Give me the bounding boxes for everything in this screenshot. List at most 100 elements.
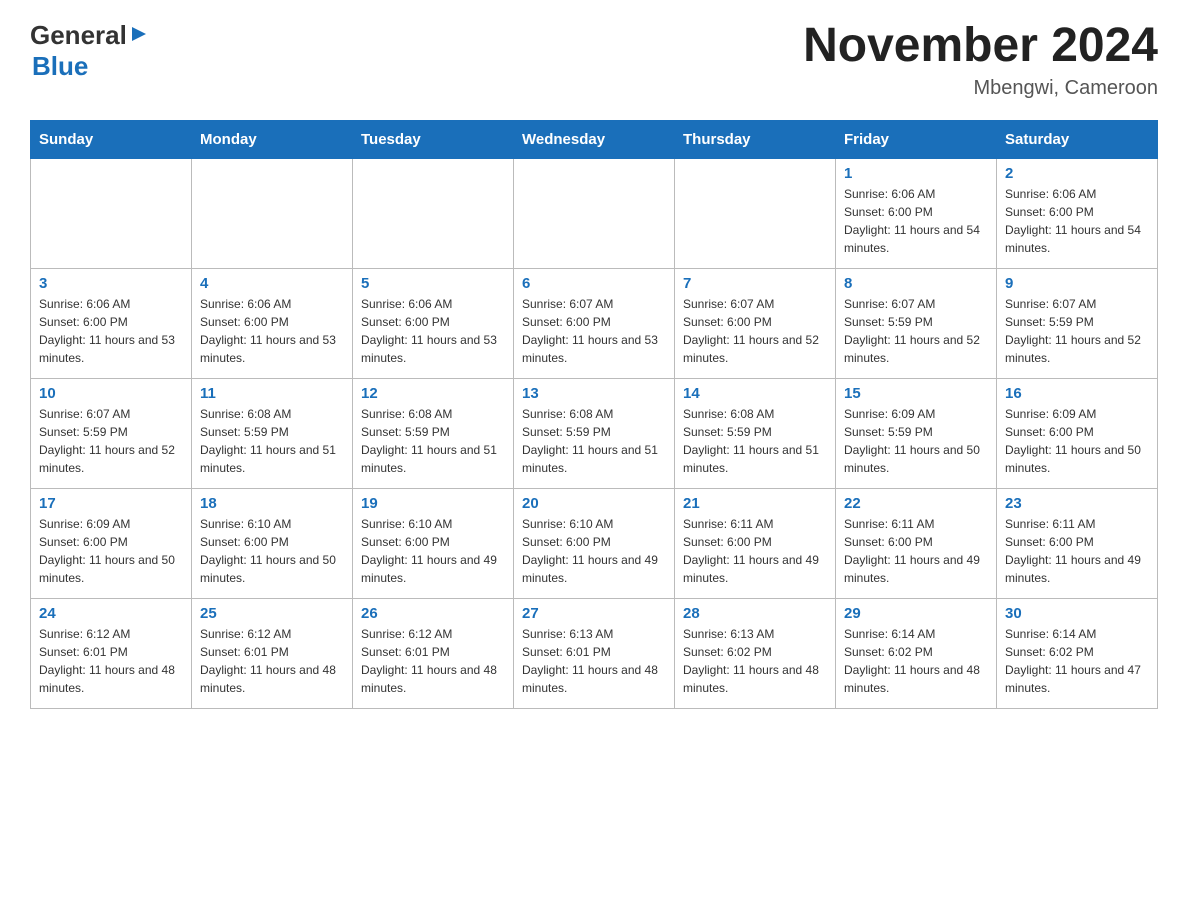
day-info: Sunrise: 6:13 AMSunset: 6:01 PMDaylight:… (522, 625, 666, 697)
calendar-cell: 15 Sunrise: 6:09 AMSunset: 5:59 PMDayligh… (836, 378, 997, 488)
day-number: 6 (522, 275, 666, 292)
day-number: 23 (1005, 495, 1149, 512)
calendar-cell (31, 158, 192, 268)
calendar-cell: 30Sunrise: 6:14 AMSunset: 6:02 PMDayligh… (997, 598, 1158, 708)
calendar-cell: 6 Sunrise: 6:07 AMSunset: 6:00 PMDaylight… (514, 268, 675, 378)
logo: General Blue (30, 20, 148, 82)
day-number: 9 (1005, 275, 1149, 292)
logo-blue-text: Blue (32, 51, 88, 81)
page-header: General Blue November 2024 Mbengwi, Came… (30, 20, 1158, 100)
calendar-cell: 22 Sunrise: 6:11 AMSunset: 6:00 PMDayligh… (836, 488, 997, 598)
day-number: 19 (361, 495, 505, 512)
day-info: Sunrise: 6:13 AMSunset: 6:02 PMDaylight:… (683, 625, 827, 697)
calendar-cell: 29Sunrise: 6:14 AMSunset: 6:02 PMDayligh… (836, 598, 997, 708)
calendar-cell: 17Sunrise: 6:09 AMSunset: 6:00 PMDayligh… (31, 488, 192, 598)
calendar-cell: 23 Sunrise: 6:11 AMSunset: 6:00 PMDayligh… (997, 488, 1158, 598)
calendar-cell: 11 Sunrise: 6:08 AMSunset: 5:59 PMDayligh… (192, 378, 353, 488)
calendar-cell: 21 Sunrise: 6:11 AMSunset: 6:00 PMDayligh… (675, 488, 836, 598)
day-number: 27 (522, 605, 666, 622)
calendar-header-monday: Monday (192, 120, 353, 158)
day-info: Sunrise: 6:08 AMSunset: 5:59 PMDaylight:… (361, 405, 505, 477)
calendar-cell (675, 158, 836, 268)
day-info: Sunrise: 6:09 AMSunset: 6:00 PMDaylight:… (1005, 405, 1149, 477)
title-block: November 2024 Mbengwi, Cameroon (803, 20, 1158, 100)
day-info: Sunrise: 6:11 AMSunset: 6:00 PMDaylight:… (844, 515, 988, 587)
calendar-cell (192, 158, 353, 268)
day-number: 7 (683, 275, 827, 292)
location-text: Mbengwi, Cameroon (803, 77, 1158, 100)
day-number: 10 (39, 385, 183, 402)
day-number: 21 (683, 495, 827, 512)
day-info: Sunrise: 6:10 AMSunset: 6:00 PMDaylight:… (522, 515, 666, 587)
calendar-cell: 7Sunrise: 6:07 AMSunset: 6:00 PMDaylight… (675, 268, 836, 378)
calendar-week-row: 3Sunrise: 6:06 AMSunset: 6:00 PMDaylight… (31, 268, 1158, 378)
calendar-cell: 12 Sunrise: 6:08 AMSunset: 5:59 PMDayligh… (353, 378, 514, 488)
calendar-cell: 26 Sunrise: 6:12 AMSunset: 6:01 PMDayligh… (353, 598, 514, 708)
calendar-header-saturday: Saturday (997, 120, 1158, 158)
calendar-week-row: 17Sunrise: 6:09 AMSunset: 6:00 PMDayligh… (31, 488, 1158, 598)
calendar-header-row: SundayMondayTuesdayWednesdayThursdayFrid… (31, 120, 1158, 158)
calendar-header-tuesday: Tuesday (353, 120, 514, 158)
logo-general-text: General (30, 20, 127, 51)
calendar-cell: 10 Sunrise: 6:07 AMSunset: 5:59 PMDayligh… (31, 378, 192, 488)
calendar-cell: 20 Sunrise: 6:10 AMSunset: 6:00 PMDayligh… (514, 488, 675, 598)
day-number: 5 (361, 275, 505, 292)
day-info: Sunrise: 6:12 AMSunset: 6:01 PMDaylight:… (361, 625, 505, 697)
day-info: Sunrise: 6:06 AMSunset: 6:00 PMDaylight:… (844, 185, 988, 257)
day-number: 24 (39, 605, 183, 622)
calendar-cell: 3Sunrise: 6:06 AMSunset: 6:00 PMDaylight… (31, 268, 192, 378)
day-info: Sunrise: 6:11 AMSunset: 6:00 PMDaylight:… (683, 515, 827, 587)
day-info: Sunrise: 6:06 AMSunset: 6:00 PMDaylight:… (361, 295, 505, 367)
calendar-week-row: 10 Sunrise: 6:07 AMSunset: 5:59 PMDayligh… (31, 378, 1158, 488)
day-number: 14 (683, 385, 827, 402)
day-info: Sunrise: 6:08 AMSunset: 5:59 PMDaylight:… (200, 405, 344, 477)
calendar-week-row: 1 Sunrise: 6:06 AMSunset: 6:00 PMDaylight… (31, 158, 1158, 268)
day-number: 22 (844, 495, 988, 512)
calendar-cell (353, 158, 514, 268)
day-info: Sunrise: 6:08 AMSunset: 5:59 PMDaylight:… (522, 405, 666, 477)
day-info: Sunrise: 6:07 AMSunset: 5:59 PMDaylight:… (844, 295, 988, 367)
day-number: 15 (844, 385, 988, 402)
day-number: 28 (683, 605, 827, 622)
day-info: Sunrise: 6:06 AMSunset: 6:00 PMDaylight:… (1005, 185, 1149, 257)
calendar-cell: 1 Sunrise: 6:06 AMSunset: 6:00 PMDaylight… (836, 158, 997, 268)
day-number: 20 (522, 495, 666, 512)
day-number: 12 (361, 385, 505, 402)
day-number: 26 (361, 605, 505, 622)
calendar-cell: 16 Sunrise: 6:09 AMSunset: 6:00 PMDayligh… (997, 378, 1158, 488)
day-info: Sunrise: 6:10 AMSunset: 6:00 PMDaylight:… (361, 515, 505, 587)
calendar-cell (514, 158, 675, 268)
day-number: 4 (200, 275, 344, 292)
day-info: Sunrise: 6:09 AMSunset: 5:59 PMDaylight:… (844, 405, 988, 477)
day-number: 29 (844, 605, 988, 622)
day-info: Sunrise: 6:07 AMSunset: 6:00 PMDaylight:… (522, 295, 666, 367)
calendar-cell: 14Sunrise: 6:08 AMSunset: 5:59 PMDayligh… (675, 378, 836, 488)
day-number: 1 (844, 165, 988, 182)
day-info: Sunrise: 6:06 AMSunset: 6:00 PMDaylight:… (200, 295, 344, 367)
day-info: Sunrise: 6:07 AMSunset: 5:59 PMDaylight:… (39, 405, 183, 477)
day-info: Sunrise: 6:07 AMSunset: 5:59 PMDaylight:… (1005, 295, 1149, 367)
day-number: 13 (522, 385, 666, 402)
calendar-header-friday: Friday (836, 120, 997, 158)
calendar-header-thursday: Thursday (675, 120, 836, 158)
calendar-cell: 18Sunrise: 6:10 AMSunset: 6:00 PMDayligh… (192, 488, 353, 598)
calendar-cell: 28 Sunrise: 6:13 AMSunset: 6:02 PMDayligh… (675, 598, 836, 708)
day-number: 16 (1005, 385, 1149, 402)
day-info: Sunrise: 6:09 AMSunset: 6:00 PMDaylight:… (39, 515, 183, 587)
month-title: November 2024 (803, 20, 1158, 73)
calendar-header-sunday: Sunday (31, 120, 192, 158)
calendar-cell: 19 Sunrise: 6:10 AMSunset: 6:00 PMDayligh… (353, 488, 514, 598)
calendar-cell: 2 Sunrise: 6:06 AMSunset: 6:00 PMDaylight… (997, 158, 1158, 268)
day-info: Sunrise: 6:11 AMSunset: 6:00 PMDaylight:… (1005, 515, 1149, 587)
calendar-cell: 8Sunrise: 6:07 AMSunset: 5:59 PMDaylight… (836, 268, 997, 378)
day-number: 2 (1005, 165, 1149, 182)
calendar-header-wednesday: Wednesday (514, 120, 675, 158)
calendar-week-row: 24 Sunrise: 6:12 AMSunset: 6:01 PMDayligh… (31, 598, 1158, 708)
calendar-table: SundayMondayTuesdayWednesdayThursdayFrid… (30, 120, 1158, 709)
calendar-cell: 25Sunrise: 6:12 AMSunset: 6:01 PMDayligh… (192, 598, 353, 708)
day-number: 25 (200, 605, 344, 622)
day-number: 11 (200, 385, 344, 402)
day-number: 30 (1005, 605, 1149, 622)
calendar-cell: 13 Sunrise: 6:08 AMSunset: 5:59 PMDayligh… (514, 378, 675, 488)
day-number: 18 (200, 495, 344, 512)
